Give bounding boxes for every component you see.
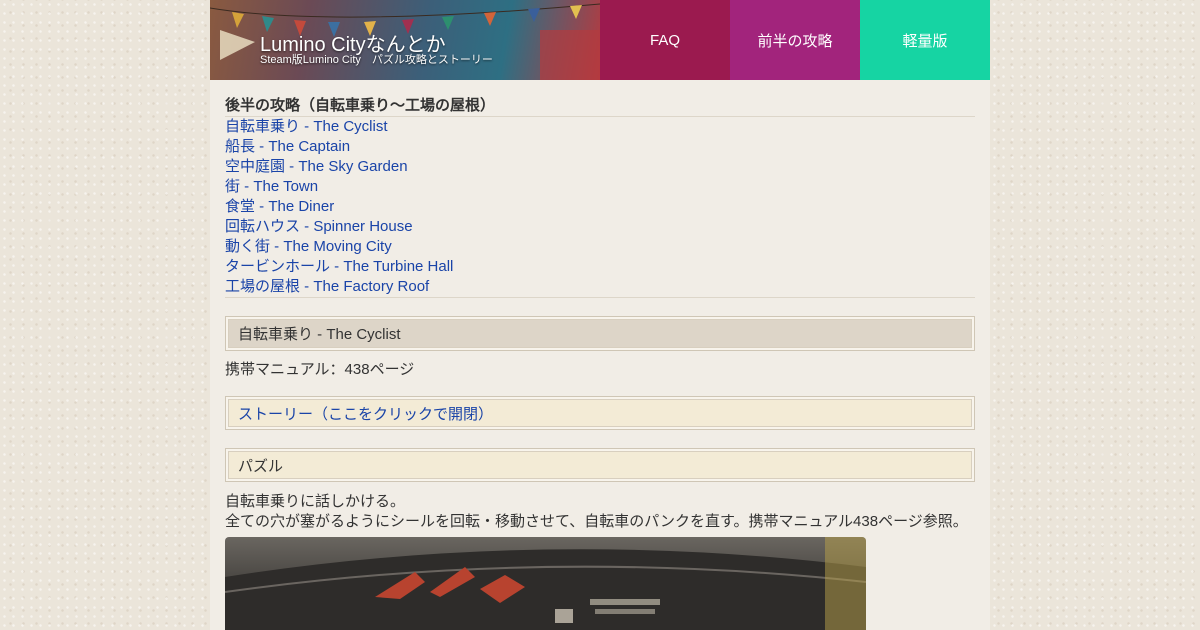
puzzle-screenshot-image: [225, 537, 866, 630]
toc-item: 街 - The Town: [225, 177, 975, 197]
story-toggle-box[interactable]: ストーリー（ここをクリックで開閉）: [225, 396, 975, 430]
toc-item: 船長 - The Captain: [225, 137, 975, 157]
toc-item: 食堂 - The Diner: [225, 197, 975, 217]
desc-line: 全ての穴が塞がるようにシールを回転・移動させて、自転車のパンクを直す。携帯マニュ…: [225, 513, 968, 530]
section-title: 後半の攻略（自転車乗り～工場の屋根）: [225, 96, 975, 117]
toc-link-moving-city[interactable]: 動く街 - The Moving City: [225, 238, 392, 255]
toc-link-town[interactable]: 街 - The Town: [225, 178, 318, 195]
toc-item: 工場の屋根 - The Factory Roof: [225, 277, 975, 297]
toc-link-spinner-house[interactable]: 回転ハウス - Spinner House: [225, 218, 413, 235]
nav-lite-version[interactable]: 軽量版: [860, 0, 990, 80]
main-content: 後半の攻略（自転車乗り～工場の屋根） 自転車乗り - The Cyclist 船…: [225, 96, 975, 532]
toc-item: タービンホール - The Turbine Hall: [225, 257, 975, 277]
site-subtitle: Steam版Lumino City パズル攻略とストーリー: [260, 54, 493, 66]
header-banner-image[interactable]: Lumino Cityなんとか Steam版Lumino City パズル攻略と…: [210, 0, 600, 80]
chapter-heading: 自転車乗り - The Cyclist: [238, 326, 401, 343]
chapter-heading-box: 自転車乗り - The Cyclist: [225, 316, 975, 351]
toc-link-turbine-hall[interactable]: タービンホール - The Turbine Hall: [225, 258, 453, 275]
toc-item: 自転車乗り - The Cyclist: [225, 117, 975, 137]
nav-faq[interactable]: FAQ: [600, 0, 730, 80]
story-toggle-link[interactable]: ストーリー（ここをクリックで開閉）: [238, 403, 493, 424]
site-header: Lumino Cityなんとか Steam版Lumino City パズル攻略と…: [210, 0, 990, 80]
bicycle-tire-illustration: [225, 537, 866, 630]
toc-link-diner[interactable]: 食堂 - The Diner: [225, 198, 334, 215]
manual-page-text: 携帯マニュアル：438ページ: [225, 361, 415, 378]
toc-link-captain[interactable]: 船長 - The Captain: [225, 138, 350, 155]
page: Lumino Cityなんとか Steam版Lumino City パズル攻略と…: [210, 0, 990, 630]
toc-link-sky-garden[interactable]: 空中庭園 - The Sky Garden: [225, 158, 408, 175]
toc-item: 空中庭園 - The Sky Garden: [225, 157, 975, 177]
puzzle-description: 自転車乗りに話しかける。 全ての穴が塞がるようにシールを回転・移動させて、自転車…: [225, 492, 975, 532]
toc-item: 回転ハウス - Spinner House: [225, 217, 975, 237]
toc-link-cyclist[interactable]: 自転車乗り - The Cyclist: [225, 118, 388, 135]
desc-line: 自転車乗りに話しかける。: [225, 493, 406, 510]
chapter-toc: 自転車乗り - The Cyclist 船長 - The Captain 空中庭…: [225, 117, 975, 298]
toc-link-factory-roof[interactable]: 工場の屋根 - The Factory Roof: [225, 278, 429, 295]
nav-first-half-guide[interactable]: 前半の攻略: [730, 0, 860, 80]
puzzle-heading-box: パズル: [225, 448, 975, 482]
puzzle-heading: パズル: [238, 457, 284, 475]
toc-item: 動く街 - The Moving City: [225, 237, 975, 257]
main-nav: FAQ 前半の攻略 軽量版: [600, 0, 990, 80]
